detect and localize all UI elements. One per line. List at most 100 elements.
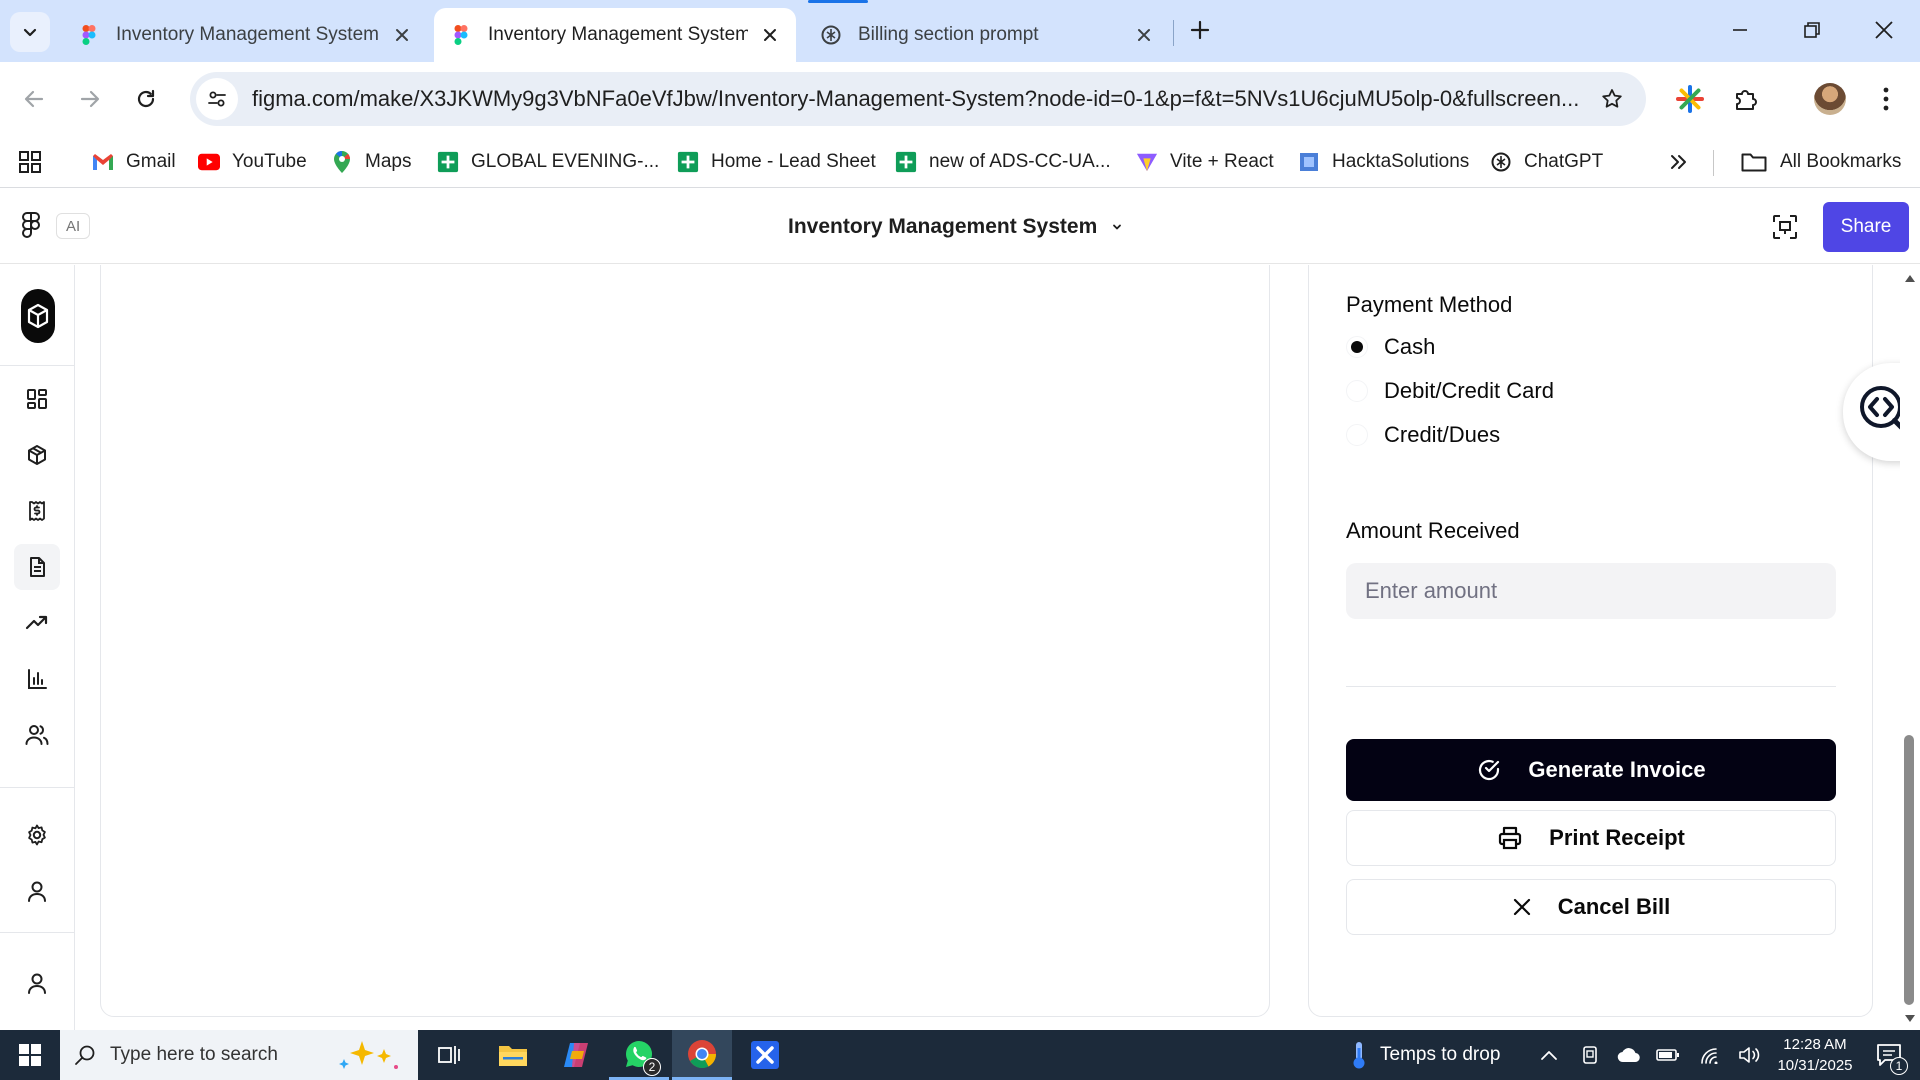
sidebar-item-customers[interactable] — [14, 712, 60, 758]
more-bookmarks-button[interactable] — [1668, 144, 1688, 180]
button-label: Print Receipt — [1549, 825, 1685, 850]
browser-tab-3[interactable]: Billing section prompt — [804, 8, 1170, 62]
bookmark-gmail[interactable]: Gmail — [92, 144, 176, 180]
sidebar-item-profile[interactable] — [14, 868, 60, 914]
site-info-button[interactable] — [196, 78, 238, 120]
restore-button[interactable] — [1784, 8, 1840, 52]
star-icon — [1602, 89, 1622, 108]
sidebar-item-account[interactable] — [14, 960, 60, 1006]
taskbar-chrome[interactable] — [672, 1030, 732, 1080]
user-icon — [28, 973, 46, 994]
address-bar[interactable]: figma.com/make/X3JKWMy9g3VbNFa0eVfJbw/In… — [190, 72, 1646, 126]
browser-tab-2[interactable]: Inventory Management System — [434, 8, 796, 62]
scroll-down-arrow-icon[interactable] — [1904, 1014, 1916, 1024]
wifi-icon — [1701, 1048, 1718, 1064]
device-icon — [1583, 1046, 1597, 1064]
bookmark-global-evening[interactable]: GLOBAL EVENING-... — [437, 144, 659, 180]
taskbar-search-box[interactable]: Type here to search — [60, 1030, 418, 1080]
figma-logo-icon[interactable] — [20, 212, 42, 240]
extensions-button[interactable] — [1724, 77, 1768, 121]
reload-button[interactable] — [124, 77, 168, 121]
new-tab-button[interactable] — [1182, 12, 1218, 48]
package-logo-icon — [27, 303, 49, 329]
radio-button[interactable] — [1346, 336, 1368, 358]
chevron-down-icon — [23, 28, 37, 37]
bookmark-maps[interactable]: Maps — [331, 144, 411, 180]
taskbar-whatsapp[interactable]: 2 — [609, 1030, 669, 1080]
app-logo[interactable] — [21, 289, 55, 343]
all-bookmarks-button[interactable]: All Bookmarks — [1740, 144, 1901, 180]
tray-device[interactable] — [1571, 1030, 1609, 1080]
bookmark-hacktasolutions[interactable]: HacktaSolutions — [1298, 144, 1469, 180]
trending-up-icon — [25, 615, 48, 630]
bookmark-label: HacktaSolutions — [1332, 151, 1470, 172]
avatar — [1814, 83, 1846, 115]
tray-onedrive[interactable] — [1610, 1030, 1648, 1080]
profile-button[interactable] — [1808, 77, 1852, 121]
task-view-button[interactable] — [420, 1030, 480, 1080]
browser-tab-1[interactable]: Inventory Management System — [62, 8, 428, 62]
cancel-bill-button[interactable]: Cancel Bill — [1346, 879, 1836, 935]
start-button[interactable] — [0, 1030, 60, 1080]
sidebar-item-inventory[interactable] — [14, 432, 60, 478]
sidebar-item-sales[interactable] — [14, 488, 60, 534]
url-text[interactable]: figma.com/make/X3JKWMy9g3VbNFa0eVfJbw/In… — [252, 86, 1592, 112]
payment-option-credit-dues[interactable]: Credit/Dues — [1346, 420, 1500, 450]
print-receipt-button[interactable]: Print Receipt — [1346, 810, 1836, 866]
clock-date: 10/31/2025 — [1777, 1057, 1853, 1074]
taskbar-clock[interactable]: 12:28 AM 10/31/2025 — [1772, 1034, 1858, 1076]
tray-network[interactable] — [1692, 1030, 1730, 1080]
bookmark-label: Gmail — [126, 151, 176, 172]
payment-option-card[interactable]: Debit/Credit Card — [1346, 376, 1554, 406]
forward-button[interactable] — [68, 77, 112, 121]
close-window-button[interactable] — [1856, 8, 1912, 52]
taskbar-vscode[interactable] — [735, 1030, 795, 1080]
figma-header: AI Inventory Management System Share — [0, 188, 1920, 264]
notification-center-button[interactable]: 1 — [1864, 1030, 1914, 1080]
apps-button[interactable] — [18, 144, 42, 180]
payment-method-label: Payment Method — [1346, 292, 1513, 317]
bookmark-star-button[interactable] — [1592, 79, 1632, 119]
receipt-dollar-icon — [29, 501, 45, 521]
radio-button[interactable] — [1346, 380, 1368, 402]
bookmark-vite-react[interactable]: Vite + React — [1136, 144, 1274, 180]
present-button[interactable] — [1768, 210, 1802, 244]
bookmark-chatgpt[interactable]: ChatGPT — [1490, 144, 1603, 180]
tray-volume[interactable] — [1731, 1030, 1769, 1080]
sidebar-item-trends[interactable] — [14, 600, 60, 646]
hackta-icon — [1298, 151, 1320, 173]
close-tab-icon[interactable] — [760, 25, 780, 45]
weather-widget[interactable]: Temps to drop — [1350, 1030, 1500, 1080]
ai-extension-button[interactable] — [1668, 77, 1712, 121]
apps-grid-icon — [19, 151, 41, 173]
bookmark-ads-cc-ua[interactable]: new of ADS-CC-UA... — [895, 144, 1111, 180]
taskbar-copilot[interactable] — [546, 1030, 606, 1080]
minimize-button[interactable] — [1712, 8, 1768, 52]
sidebar-item-reports[interactable] — [14, 656, 60, 702]
payment-option-cash[interactable]: Cash — [1346, 332, 1435, 362]
page-scrollbar[interactable] — [1900, 265, 1920, 1030]
bookmark-youtube[interactable]: YouTube — [198, 144, 307, 180]
sidebar-item-billing[interactable] — [14, 544, 60, 590]
scroll-up-arrow-icon[interactable] — [1904, 273, 1916, 283]
scrollbar-thumb[interactable] — [1904, 735, 1914, 1005]
bookmark-home-lead-sheet[interactable]: Home - Lead Sheet — [677, 144, 876, 180]
browser-tab-strip: Inventory Management System Inventory Ma… — [0, 0, 1920, 62]
close-tab-icon[interactable] — [1134, 25, 1154, 45]
share-button[interactable]: Share — [1823, 202, 1909, 252]
sidebar-item-dashboard[interactable] — [14, 376, 60, 422]
close-tab-icon[interactable] — [392, 25, 412, 45]
tray-battery[interactable] — [1649, 1030, 1687, 1080]
back-button[interactable] — [12, 77, 56, 121]
project-title-dropdown[interactable]: Inventory Management System — [788, 212, 1123, 242]
speaker-icon — [1739, 1047, 1760, 1063]
tab-search-button[interactable] — [10, 12, 50, 52]
bookmark-label: Home - Lead Sheet — [711, 151, 876, 172]
generate-invoice-button[interactable]: Generate Invoice — [1346, 739, 1836, 801]
sidebar-item-settings[interactable] — [14, 812, 60, 858]
amount-input[interactable] — [1346, 563, 1836, 619]
radio-button[interactable] — [1346, 424, 1368, 446]
browser-menu-button[interactable] — [1864, 77, 1908, 121]
taskbar-file-explorer[interactable] — [483, 1030, 543, 1080]
show-hidden-icons-button[interactable] — [1530, 1030, 1568, 1080]
